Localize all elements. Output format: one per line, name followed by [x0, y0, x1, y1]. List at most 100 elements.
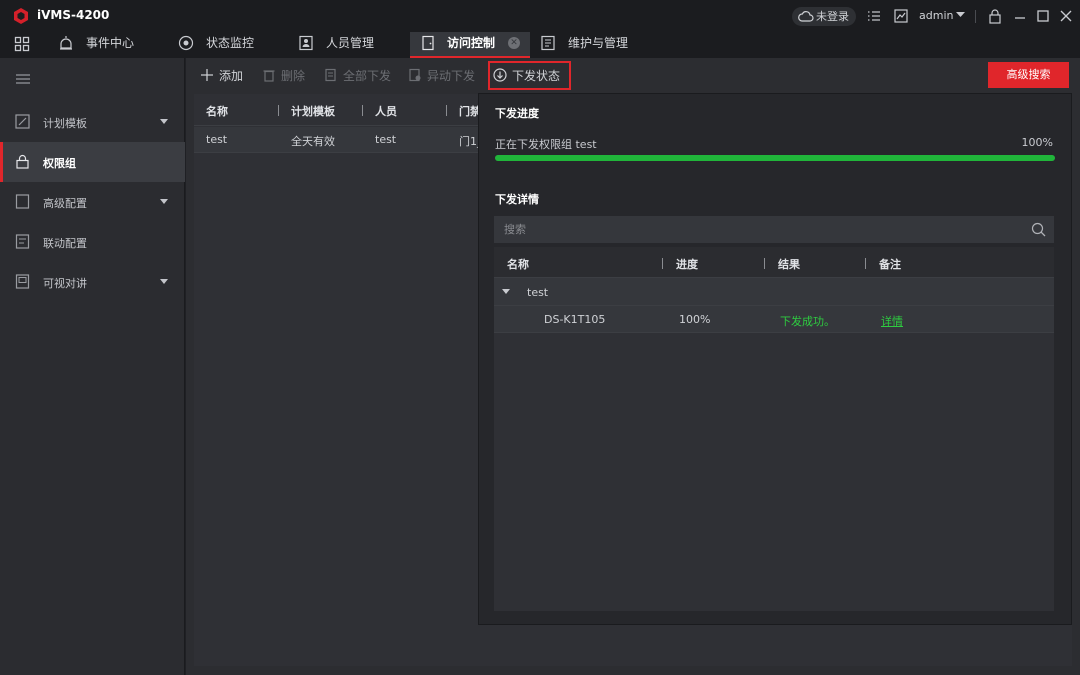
- column-divider: [865, 258, 866, 269]
- detail-link[interactable]: 详情: [881, 313, 903, 329]
- toolbar: 添加 删除 全部下发 异动下发 下发状态 高级搜索: [186, 58, 1080, 92]
- group-row[interactable]: test: [494, 278, 1054, 306]
- user-name[interactable]: admin: [919, 9, 953, 22]
- list-icon[interactable]: [866, 8, 882, 24]
- module-grid-icon[interactable]: [14, 36, 30, 52]
- sidebar-item-schedule-template[interactable]: 计划模板: [0, 102, 185, 142]
- template-icon: [15, 114, 30, 129]
- trash-icon: [263, 70, 275, 82]
- table-row[interactable]: test 全天有效 test 门1_: [194, 127, 494, 153]
- app-title: iVMS-4200: [37, 8, 110, 22]
- delete-button[interactable]: 删除: [262, 67, 305, 83]
- search-box: [494, 216, 1054, 243]
- sidebar-item-advanced-config[interactable]: 高级配置: [0, 182, 185, 222]
- column-header[interactable]: 计划模板: [291, 103, 335, 119]
- sidebar-item-label: 联动配置: [43, 237, 87, 250]
- cell-template: 全天有效: [291, 135, 335, 148]
- monitor-icon: [178, 35, 194, 51]
- sidebar: 计划模板 权限组 高级配置 联动配置 可视对讲: [0, 58, 185, 675]
- device-progress: 100%: [679, 313, 711, 326]
- column-header[interactable]: 人员: [375, 103, 397, 119]
- apply-status-button[interactable]: 下发状态: [493, 67, 560, 83]
- column-divider: [278, 105, 279, 116]
- plus-icon: [201, 69, 213, 81]
- sidebar-item-video-intercom[interactable]: 可视对讲: [0, 262, 185, 302]
- group-name: test: [527, 286, 549, 299]
- apply-changed-button[interactable]: 异动下发: [408, 67, 475, 83]
- tab-label: 人员管理: [326, 36, 375, 50]
- progress-text: 正在下发权限组 test: [495, 138, 597, 151]
- cell-person: test: [375, 133, 397, 146]
- detail-table: 名称 进度 结果 备注 test DS-K1T105 100% 下发成功。 详情: [494, 247, 1054, 611]
- column-divider: [362, 105, 363, 116]
- cell-name: test: [206, 133, 228, 146]
- apply-all-button[interactable]: 全部下发: [324, 67, 391, 83]
- tab-status-monitor[interactable]: 状态监控: [178, 32, 288, 58]
- tab-close-icon[interactable]: ✕: [508, 37, 520, 49]
- search-input[interactable]: [494, 216, 1024, 243]
- tab-event-center[interactable]: 事件中心: [58, 32, 168, 58]
- table-row[interactable]: DS-K1T105 100% 下发成功。 详情: [494, 306, 1054, 333]
- door-icon: [422, 35, 434, 51]
- chevron-down-icon[interactable]: [956, 12, 965, 18]
- lock-icon: [16, 154, 29, 169]
- tab-label: 事件中心: [86, 36, 135, 50]
- tab-access-control[interactable]: 访问控制 ✕: [410, 32, 530, 58]
- search-icon[interactable]: [1031, 222, 1046, 237]
- sidebar-item-linkage-config[interactable]: 联动配置: [0, 222, 185, 262]
- apply-status-popup: 下发进度 正在下发权限组 test 100% 下发详情 名称 进度 结果 备注 …: [478, 93, 1072, 625]
- progress-title: 下发进度: [495, 107, 539, 120]
- apply-all-icon: [325, 68, 336, 82]
- module-tab-bar: 事件中心 状态监控 人员管理 访问控制 ✕ 维护与管理: [0, 32, 1080, 58]
- maintenance-icon: [541, 35, 555, 51]
- login-button[interactable]: 未登录: [792, 7, 856, 26]
- column-header[interactable]: 备注: [879, 256, 901, 272]
- chart-icon[interactable]: [893, 8, 909, 24]
- tab-maintenance[interactable]: 维护与管理: [540, 32, 660, 58]
- detail-table-header: 名称 进度 结果 备注: [494, 247, 1054, 278]
- app-logo-icon: [14, 8, 28, 24]
- chevron-down-icon: [160, 119, 168, 124]
- advanced-search-button[interactable]: 高级搜索: [988, 62, 1069, 88]
- person-card-icon: [299, 35, 313, 51]
- minimize-icon[interactable]: [1012, 8, 1028, 24]
- tab-label: 状态监控: [206, 36, 255, 50]
- column-header[interactable]: 进度: [676, 256, 698, 272]
- lock-icon[interactable]: [987, 8, 1003, 24]
- sidebar-item-label: 权限组: [43, 157, 76, 170]
- apply-all-label: 全部下发: [343, 69, 392, 83]
- column-divider: [446, 105, 447, 116]
- apply-status-label: 下发状态: [512, 69, 561, 83]
- column-header[interactable]: 名称: [507, 256, 529, 272]
- expand-icon[interactable]: [502, 289, 510, 294]
- add-label: 添加: [219, 69, 244, 83]
- sidebar-item-label: 可视对讲: [43, 277, 87, 290]
- progress-bar-fill: [495, 155, 1055, 161]
- apply-changed-icon: [409, 68, 421, 82]
- cloud-icon: [798, 11, 814, 22]
- maximize-icon[interactable]: [1035, 8, 1051, 24]
- download-circle-icon: [493, 68, 507, 82]
- chevron-down-icon: [160, 279, 168, 284]
- tab-person-management[interactable]: 人员管理: [298, 32, 408, 58]
- advanced-config-icon: [15, 194, 30, 209]
- column-divider: [662, 258, 663, 269]
- device-name: DS-K1T105: [544, 313, 606, 326]
- alarm-icon: [60, 36, 72, 50]
- add-button[interactable]: 添加: [200, 67, 243, 83]
- device-result: 下发成功。: [780, 315, 835, 328]
- menu-icon[interactable]: [16, 74, 30, 84]
- column-header[interactable]: 结果: [778, 256, 800, 272]
- list-header: 名称 计划模板 人员 门禁: [194, 94, 494, 126]
- sidebar-item-permission-group[interactable]: 权限组: [0, 142, 185, 182]
- tab-label: 维护与管理: [568, 36, 629, 50]
- detail-title: 下发详情: [495, 193, 539, 206]
- column-divider: [764, 258, 765, 269]
- title-bar: iVMS-4200 未登录 admin: [0, 0, 1080, 32]
- close-icon[interactable]: [1058, 8, 1074, 24]
- divider: [975, 10, 976, 23]
- column-header[interactable]: 名称: [206, 103, 228, 119]
- sidebar-item-label: 高级配置: [43, 197, 87, 210]
- tab-label: 访问控制: [447, 36, 496, 50]
- intercom-icon: [15, 274, 30, 289]
